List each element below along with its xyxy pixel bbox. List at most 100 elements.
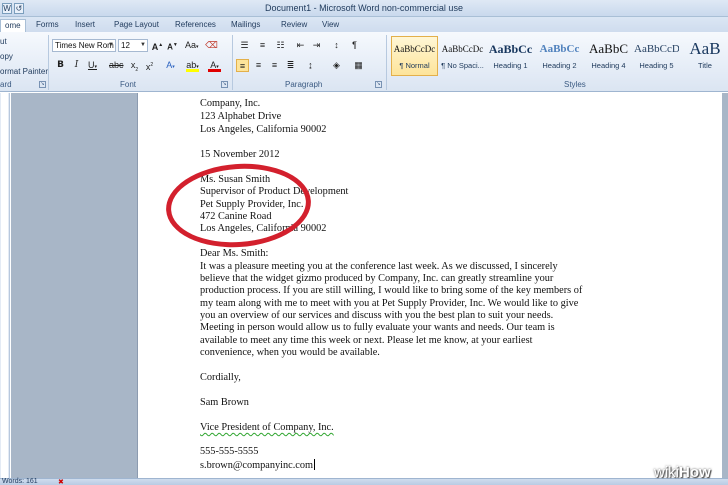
style-sample: AaBbCc xyxy=(488,42,533,56)
vertical-ruler xyxy=(0,93,10,478)
style-sample: AaBbCcDc xyxy=(441,44,484,54)
body-line: you an overview of our services and disc… xyxy=(200,310,554,321)
style-no-spacing[interactable]: AaBbCcDc ¶ No Spaci... xyxy=(439,36,486,76)
sender-company: Company, Inc. xyxy=(200,98,261,109)
copy-button[interactable]: opy xyxy=(0,52,13,61)
style-label: ¶ Normal xyxy=(399,61,430,70)
font-name-value: Times New Rom xyxy=(55,41,114,50)
style-heading-1[interactable]: AaBbCc Heading 1 xyxy=(487,36,534,76)
align-left-icon[interactable]: ≡ xyxy=(236,59,249,72)
show-hide-marks-icon[interactable]: ¶ xyxy=(348,39,361,52)
clipboard-group-label: ard xyxy=(0,80,12,89)
style-sample: AaBbCcDc xyxy=(393,44,436,54)
style-label: Heading 2 xyxy=(542,61,577,70)
increase-indent-icon[interactable]: ⇥ xyxy=(310,39,323,52)
strikethrough-icon[interactable]: abc xyxy=(109,59,124,72)
style-normal[interactable]: AaBbCcDc ¶ Normal xyxy=(391,36,438,76)
group-divider xyxy=(386,35,387,90)
tab-insert[interactable]: Insert xyxy=(71,19,99,32)
body-line: available to meet any time this week or … xyxy=(200,335,533,346)
chevron-down-icon: ▼ xyxy=(108,42,114,48)
align-right-icon[interactable]: ≡ xyxy=(268,59,281,72)
style-heading-4[interactable]: AaBbC Heading 4 xyxy=(585,36,632,76)
shading-icon[interactable]: ◈ xyxy=(330,59,343,72)
highlight-icon[interactable]: ab▾ xyxy=(186,59,199,72)
line-spacing-icon[interactable]: ↨ xyxy=(304,59,317,72)
font-name-dropdown[interactable]: Times New Rom ▼ xyxy=(52,39,116,52)
signature-title: Vice President of Company, Inc. xyxy=(200,422,334,433)
superscript-icon[interactable]: x2 xyxy=(143,59,156,72)
justify-icon[interactable]: ≣ xyxy=(284,59,297,72)
decrease-indent-icon[interactable]: ⇤ xyxy=(294,39,307,52)
clipboard-dialog-launcher-icon[interactable]: ↘ xyxy=(39,81,46,88)
style-title[interactable]: AaB Title xyxy=(682,36,728,76)
ribbon-tabs: ome Forms Insert Page Layout References … xyxy=(0,17,728,32)
watermark-wiki: wiki xyxy=(654,464,679,481)
chevron-down-icon: ▼ xyxy=(140,42,146,48)
body-line: convenience, when you would be available… xyxy=(200,347,380,358)
tab-view[interactable]: View xyxy=(318,19,343,32)
sender-street: 123 Alphabet Drive xyxy=(200,111,282,122)
word-count[interactable]: Words: 161 xyxy=(2,478,38,485)
tab-review[interactable]: Review xyxy=(277,19,311,32)
bullets-icon[interactable]: ☰ xyxy=(238,39,251,52)
signature-email-line: s.brown@companyinc.com xyxy=(200,459,315,471)
proofing-error-icon[interactable]: ✖ xyxy=(58,478,64,485)
signature-email: s.brown@companyinc.com xyxy=(200,460,313,471)
font-dialog-launcher-icon[interactable]: ↘ xyxy=(221,81,228,88)
window-title: Document1 - Microsoft Word non-commercia… xyxy=(265,3,463,13)
underline-icon[interactable]: U▾ xyxy=(86,59,99,72)
style-label: Heading 1 xyxy=(493,61,528,70)
clear-formatting-icon[interactable]: ⌫ xyxy=(205,39,218,52)
subscript-icon[interactable]: x2 xyxy=(128,59,141,73)
italic-icon[interactable]: I xyxy=(70,59,83,72)
tab-home[interactable]: ome xyxy=(0,19,26,32)
closing: Cordially, xyxy=(200,372,241,383)
font-size-dropdown[interactable]: 12 ▼ xyxy=(118,39,148,52)
sender-city: Los Angeles, California 90002 xyxy=(200,124,327,135)
group-divider xyxy=(48,35,49,90)
grow-font-icon[interactable]: A▲ xyxy=(151,39,164,52)
body-line: It was a pleasure meeting you at the con… xyxy=(200,261,558,272)
ribbon: ut opy ormat Painter ard ↘ Times New Rom… xyxy=(0,32,728,92)
style-label: Heading 5 xyxy=(639,61,674,70)
paragraph-group-label: Paragraph xyxy=(285,80,323,89)
group-divider xyxy=(232,35,233,90)
style-label: Title xyxy=(698,61,712,70)
salutation: Dear Ms. Smith: xyxy=(200,248,269,259)
format-painter-button[interactable]: ormat Painter xyxy=(0,67,48,76)
watermark-how: How xyxy=(679,464,711,481)
style-label: ¶ No Spaci... xyxy=(441,61,484,70)
body-line: production process. If you are still wil… xyxy=(200,285,583,296)
paragraph-dialog-launcher-icon[interactable]: ↘ xyxy=(375,81,382,88)
tab-mailings[interactable]: Mailings xyxy=(227,19,264,32)
style-heading-2[interactable]: AaBbCc Heading 2 xyxy=(536,36,583,76)
body-line: believe that the widget gizmo produced b… xyxy=(200,273,554,284)
tab-references[interactable]: References xyxy=(171,19,220,32)
font-color-icon[interactable]: A▾ xyxy=(208,59,221,72)
borders-icon[interactable]: ▦ xyxy=(352,59,365,72)
style-heading-5[interactable]: AaBbCcD Heading 5 xyxy=(633,36,680,76)
tab-page-layout[interactable]: Page Layout xyxy=(110,19,163,32)
tab-forms[interactable]: Forms xyxy=(32,19,63,32)
font-size-value: 12 xyxy=(121,41,130,50)
style-sample: AaBbC xyxy=(589,41,628,56)
style-sample: AaB xyxy=(689,39,721,58)
wikihow-watermark: wikiHow xyxy=(654,464,711,481)
style-label: Heading 4 xyxy=(591,61,626,70)
title-bar: W ↺ Document1 - Microsoft Word non-comme… xyxy=(0,0,728,17)
numbering-icon[interactable]: ≡ xyxy=(256,39,269,52)
multilevel-list-icon[interactable]: ☷ xyxy=(274,39,287,52)
change-case-icon[interactable]: Aa▾ xyxy=(185,39,199,52)
bold-icon[interactable]: B xyxy=(54,59,67,72)
body-line: my team along with me to meet with you a… xyxy=(200,298,579,309)
styles-group-label: Styles xyxy=(564,80,586,89)
sort-icon[interactable]: ↕ xyxy=(330,39,343,52)
text-effects-icon[interactable]: A▾ xyxy=(164,59,177,72)
cut-button[interactable]: ut xyxy=(0,37,7,46)
shrink-font-icon[interactable]: A▼ xyxy=(166,39,179,52)
align-center-icon[interactable]: ≡ xyxy=(252,59,265,72)
style-sample: AaBbCcD xyxy=(634,43,679,55)
ruler-margin xyxy=(1,93,8,478)
signature-phone: 555-555-5555 xyxy=(200,446,259,457)
